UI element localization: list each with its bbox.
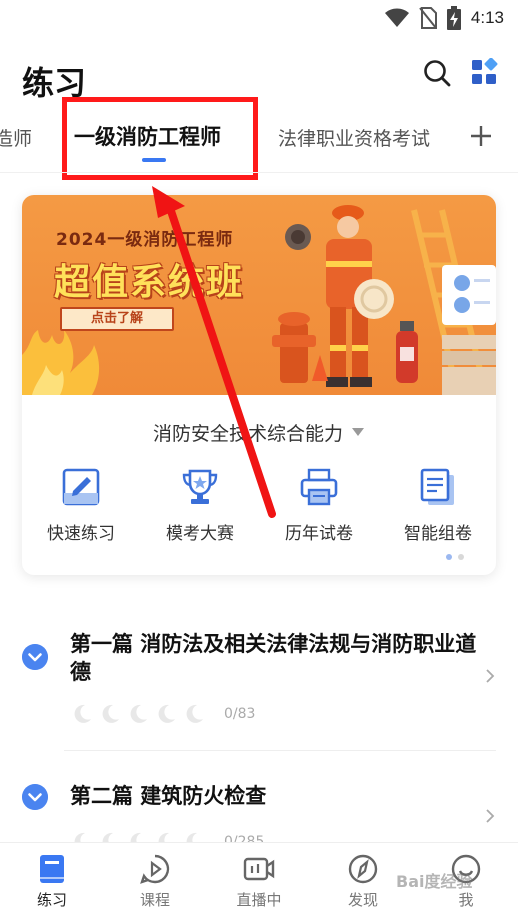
nav-practice[interactable]: 练习 (12, 853, 92, 910)
apps-grid-icon[interactable] (470, 58, 498, 86)
moon-rating-icon (102, 704, 119, 723)
moon-rating-icon (74, 704, 91, 723)
pager-dot (458, 554, 464, 560)
tool-label: 历年试卷 (285, 524, 353, 544)
tool-mock-contest[interactable]: 模考大赛 (145, 463, 255, 553)
pager-dot-active (446, 554, 452, 560)
play-icon (140, 854, 170, 884)
tab-legal-qualification[interactable]: 法律职业资格考试 (278, 124, 430, 151)
quick-practice-icon (62, 468, 100, 506)
subject-selected: 消防安全技术综合能力 (152, 422, 343, 445)
tabs-divider (0, 172, 518, 173)
nav-label: 练习 (36, 891, 67, 909)
live-video-icon (243, 857, 275, 881)
nav-label: 课程 (139, 891, 170, 909)
baidu-watermark: Bai度经验 (396, 872, 473, 891)
plus-icon[interactable] (469, 124, 493, 148)
divider (64, 750, 496, 751)
trophy-icon (182, 469, 218, 504)
nav-live[interactable]: 直播中 (219, 853, 299, 910)
book-icon (40, 855, 64, 883)
no-sim-icon (419, 7, 437, 29)
chevron-right-icon[interactable] (484, 808, 496, 824)
chapter-title: 第一篇 消防法及相关法律法规与消防职业道德 (70, 632, 477, 684)
banner-subtitle: 2024一级消防工程师 (56, 230, 234, 250)
pager-dots (446, 554, 464, 560)
tool-past-papers[interactable]: 历年试卷 (264, 463, 374, 553)
tab-previous[interactable]: 造师 (0, 124, 32, 151)
caret-down-icon (352, 428, 364, 436)
promo-banner[interactable]: 2024一级消防工程师 超值系统班 点击了解 (22, 195, 496, 395)
status-bar: 4:13 (0, 0, 518, 40)
nav-courses[interactable]: 课程 (115, 853, 195, 910)
moon-rating-icon (130, 704, 147, 723)
battery-charging-icon (446, 6, 461, 30)
chapter-progress: 0/83 (70, 702, 255, 726)
chevron-down-circle-icon[interactable] (22, 644, 48, 670)
chevron-right-icon[interactable] (484, 668, 496, 684)
status-time: 4:13 (470, 8, 504, 27)
wifi-icon (384, 8, 409, 27)
chevron-down-circle-icon[interactable] (22, 784, 48, 810)
moon-rating-icon (186, 704, 203, 723)
moon-rating-icon (158, 704, 175, 723)
tool-label: 快速练习 (47, 524, 115, 544)
chapter-title: 第二篇 建筑防火检查 (70, 784, 267, 808)
chapter-item[interactable]: 第一篇 消防法及相关法律法规与消防职业道德 0/83 (0, 626, 518, 752)
nav-discover[interactable]: 发现 (323, 853, 403, 910)
nav-label: 发现 (347, 891, 378, 909)
status-icons: 4:13 (384, 6, 504, 30)
nav-label: 直播中 (236, 891, 282, 909)
practice-tools: 快速练习 模考大赛 历年试卷 智能组卷 (22, 463, 496, 553)
tool-label: 模考大赛 (166, 524, 234, 544)
tool-label: 智能组卷 (404, 524, 472, 544)
practice-card: 2024一级消防工程师 超值系统班 点击了解 消防安全技术综合能力 快速练习 模… (22, 195, 496, 575)
chapter-progress-count: 0/83 (224, 706, 256, 722)
banner-learn-more-button[interactable]: 点击了解 (60, 307, 174, 331)
chapter-item[interactable]: 第二篇 建筑防火检查 0/285 (0, 780, 518, 851)
compass-icon (348, 854, 378, 884)
annotation-highlight-box (62, 97, 258, 180)
banner-title: 超值系统班 (54, 262, 245, 303)
tool-smart-paper[interactable]: 智能组卷 (383, 463, 493, 553)
subject-selector[interactable]: 消防安全技术综合能力 (22, 417, 496, 447)
tool-quick-practice[interactable]: 快速练习 (26, 463, 136, 553)
printer-icon (300, 468, 338, 506)
paper-stack-icon (420, 468, 454, 505)
search-icon[interactable] (422, 58, 452, 88)
